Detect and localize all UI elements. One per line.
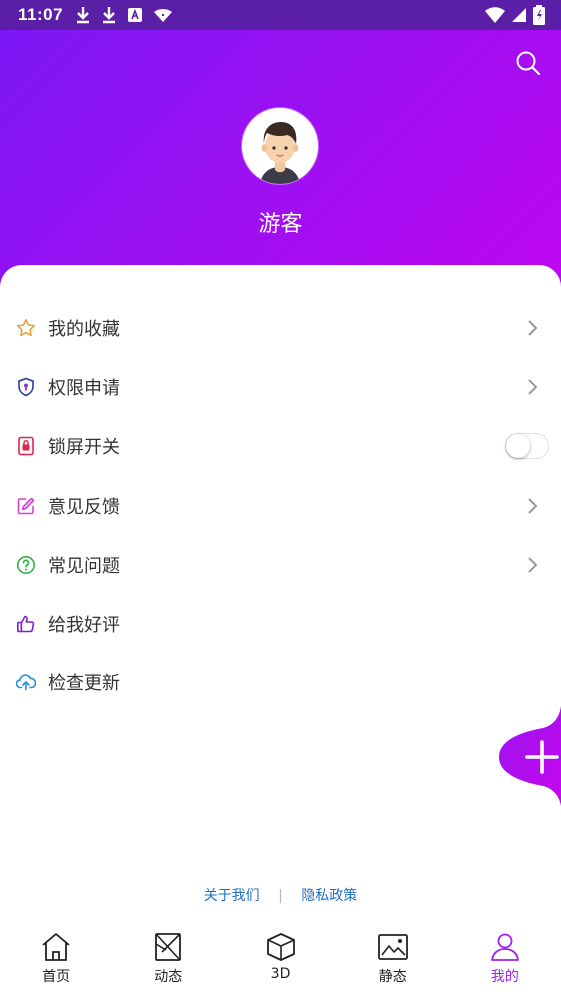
privacy-policy-link[interactable]: 隐私政策 (301, 885, 357, 905)
add-button[interactable] (499, 706, 561, 806)
image-icon (377, 934, 408, 960)
menu-item-label: 权限申请 (48, 378, 120, 399)
menu-item-faq[interactable]: 常见问题 (0, 536, 561, 594)
lock-screen-toggle[interactable] (505, 433, 549, 459)
star-icon (17, 319, 35, 337)
nav-item-mine[interactable]: 我的 (449, 920, 561, 997)
menu-item-label: 锁屏开关 (48, 437, 120, 458)
cloud-upload-icon (16, 674, 36, 691)
menu-item-label: 检查更新 (48, 673, 120, 694)
add-fab-shape (499, 706, 561, 806)
menu-item-rate[interactable]: 给我好评 (0, 595, 561, 653)
nav-label: 首页 (42, 969, 71, 985)
chevron-right-icon (528, 557, 538, 573)
edit-icon (17, 497, 35, 515)
status-bar: 11:07 (0, 0, 561, 30)
person-icon (491, 933, 519, 961)
search-icon[interactable] (515, 50, 541, 76)
avatar[interactable] (242, 108, 318, 184)
app-a-icon (128, 8, 143, 22)
menu-item-lock-screen: 锁屏开关 (0, 417, 561, 475)
download-icon (77, 7, 90, 24)
footer-links: 关于我们 | 隐私政策 (0, 885, 561, 905)
toggle-knob (506, 434, 530, 458)
battery-icon (533, 5, 545, 25)
nav-label: 我的 (490, 969, 519, 985)
menu-item-feedback[interactable]: 意见反馈 (0, 477, 561, 535)
menu-item-label: 意见反馈 (48, 497, 120, 518)
status-system-icons (485, 5, 545, 25)
wifi-icon (154, 9, 173, 22)
nav-item-dynamic[interactable]: 动态 (112, 920, 224, 997)
menu-item-check-update[interactable]: 检查更新 (0, 653, 561, 711)
status-notification-icons (75, 6, 173, 24)
nav-item-static[interactable]: 静态 (337, 920, 449, 997)
nav-label: 3D (270, 966, 291, 982)
lock-screen-icon (18, 436, 34, 456)
username: 游客 (258, 212, 303, 237)
footer-separator: | (278, 888, 283, 904)
nav-item-home[interactable]: 首页 (0, 920, 112, 997)
thumbs-up-icon (16, 615, 35, 633)
chevron-right-icon (528, 379, 538, 395)
menu-item-label: 我的收藏 (48, 319, 120, 340)
shield-icon (18, 377, 34, 397)
wifi-icon (485, 7, 505, 23)
question-icon (17, 556, 35, 574)
chevron-right-icon (528, 498, 538, 514)
bottom-nav: 首页 动态 3D 静态 我的 (0, 920, 561, 997)
menu-item-label: 给我好评 (48, 615, 120, 636)
menu-item-label: 常见问题 (48, 556, 120, 577)
nav-label: 静态 (378, 969, 407, 985)
download-icon (103, 7, 116, 24)
home-icon (42, 933, 70, 961)
profile-header: 游客 (0, 30, 561, 300)
nav-item-3d[interactable]: 3D (224, 920, 336, 997)
signal-icon (512, 8, 526, 22)
chevron-right-icon (528, 320, 538, 336)
nav-label: 动态 (154, 969, 183, 985)
cube-icon (266, 933, 295, 961)
about-us-link[interactable]: 关于我们 (204, 885, 260, 905)
menu-item-favorites[interactable]: 我的收藏 (0, 299, 561, 357)
dynamic-icon (155, 933, 182, 961)
avatar-illustration (260, 122, 300, 184)
menu-card: 我的收藏 权限申请 锁屏开关 意见反馈 常见问题 给我好评 检查更新 (0, 265, 561, 965)
status-time: 11:07 (18, 5, 64, 24)
menu-item-permissions[interactable]: 权限申请 (0, 358, 561, 416)
